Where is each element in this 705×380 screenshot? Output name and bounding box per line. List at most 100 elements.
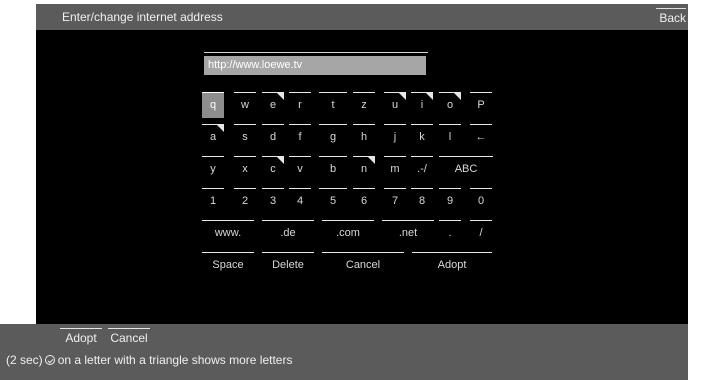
more-letters-triangle-icon: [277, 93, 284, 100]
hint-suffix: on a letter with a triangle shows more l…: [57, 353, 293, 367]
key-[interactable]: ←: [470, 124, 492, 150]
key-ABC[interactable]: ABC: [439, 156, 493, 182]
key-[interactable]: /: [470, 220, 492, 246]
more-letters-triangle-icon: [454, 93, 461, 100]
key-n[interactable]: n: [353, 156, 375, 182]
key-u[interactable]: u: [384, 92, 406, 118]
key-label: z: [361, 99, 367, 111]
key-label: j: [393, 131, 397, 143]
key-g[interactable]: g: [319, 124, 347, 150]
more-letters-triangle-icon: [368, 157, 375, 164]
key-label: 7: [391, 195, 399, 207]
key-de[interactable]: .de: [262, 220, 314, 246]
key-label: h: [360, 131, 368, 143]
key-label: .net: [398, 227, 418, 239]
key-r[interactable]: r: [289, 92, 311, 118]
key-label: g: [329, 131, 337, 143]
key-1[interactable]: 1: [202, 188, 224, 214]
key-label: ABC: [454, 163, 478, 175]
key-label: f: [298, 131, 302, 143]
key-9[interactable]: 9: [439, 188, 461, 214]
hint-text: (2 sec) on a letter with a triangle show…: [6, 352, 292, 368]
key-y[interactable]: y: [202, 156, 224, 182]
screen: Enter/change internet address Back http:…: [0, 0, 705, 380]
key-label: 2: [241, 195, 249, 207]
ok-circle-icon: [44, 355, 55, 365]
key-label: 5: [329, 195, 337, 207]
key-[interactable]: .-/: [411, 156, 433, 182]
key-l[interactable]: l: [439, 124, 461, 150]
more-letters-triangle-icon: [277, 157, 284, 164]
key-q[interactable]: q: [202, 92, 224, 118]
key-label: x: [242, 163, 248, 175]
key-b[interactable]: b: [319, 156, 347, 182]
key-label: b: [329, 163, 337, 175]
key-8[interactable]: 8: [411, 188, 433, 214]
key-[interactable]: .: [439, 220, 461, 246]
key-label: r: [298, 99, 302, 111]
key-label: w: [241, 99, 249, 111]
key-P[interactable]: P: [470, 92, 492, 118]
key-www[interactable]: www.: [202, 220, 254, 246]
key-v[interactable]: v: [289, 156, 311, 182]
key-label: 9: [446, 195, 454, 207]
key-label: Delete: [272, 259, 304, 271]
key-label: y: [210, 163, 216, 175]
key-com[interactable]: .com: [322, 220, 374, 246]
key-label: 0: [477, 195, 485, 207]
key-label: s: [242, 131, 248, 143]
key-label: 8: [418, 195, 426, 207]
key-3[interactable]: 3: [262, 188, 284, 214]
key-label: v: [297, 163, 303, 175]
key-7[interactable]: 7: [384, 188, 406, 214]
cancel-button[interactable]: Cancel: [108, 328, 150, 346]
key-e[interactable]: e: [262, 92, 284, 118]
key-label: www.: [214, 227, 242, 239]
hint-prefix: (2 sec): [6, 353, 43, 367]
key-o[interactable]: o: [439, 92, 461, 118]
key-label: l: [448, 131, 452, 143]
key-Space[interactable]: Space: [202, 252, 254, 278]
key-x[interactable]: x: [234, 156, 256, 182]
more-letters-triangle-icon: [426, 93, 433, 100]
key-label: Space: [212, 259, 244, 271]
key-i[interactable]: i: [411, 92, 433, 118]
key-label: .: [448, 227, 452, 239]
key-d[interactable]: d: [262, 124, 284, 150]
key-s[interactable]: s: [234, 124, 256, 150]
key-t[interactable]: t: [319, 92, 347, 118]
key-label: .-/: [417, 163, 427, 175]
key-z[interactable]: z: [353, 92, 375, 118]
key-Delete[interactable]: Delete: [262, 252, 314, 278]
key-f[interactable]: f: [289, 124, 311, 150]
key-a[interactable]: a: [202, 124, 224, 150]
key-6[interactable]: 6: [353, 188, 375, 214]
key-Adopt[interactable]: Adopt: [412, 252, 492, 278]
adopt-button[interactable]: Adopt: [60, 328, 102, 346]
key-2[interactable]: 2: [234, 188, 256, 214]
key-c[interactable]: c: [262, 156, 284, 182]
key-label: Adopt: [437, 259, 467, 271]
more-letters-triangle-icon: [399, 93, 406, 100]
key-label: t: [331, 99, 335, 111]
key-4[interactable]: 4: [289, 188, 311, 214]
key-label: q: [209, 99, 217, 111]
key-net[interactable]: .net: [382, 220, 434, 246]
key-Cancel[interactable]: Cancel: [322, 252, 404, 278]
key-k[interactable]: k: [411, 124, 433, 150]
key-w[interactable]: w: [234, 92, 256, 118]
key-label: Cancel: [345, 259, 381, 271]
onscreen-keyboard: q w e r t z u i o Pa s d f g h j k l ← y x c v b n m .-/ ABC 1 2 3 4 5 6 7…: [0, 0, 705, 380]
key-label: ←: [475, 131, 487, 143]
key-label: d: [269, 131, 277, 143]
key-label: .com: [336, 227, 360, 239]
key-j[interactable]: j: [384, 124, 406, 150]
right-edge: [688, 0, 705, 380]
key-5[interactable]: 5: [319, 188, 347, 214]
more-letters-triangle-icon: [217, 125, 224, 132]
key-0[interactable]: 0: [470, 188, 492, 214]
key-label: P: [477, 99, 485, 111]
key-label: 1: [209, 195, 217, 207]
key-m[interactable]: m: [384, 156, 406, 182]
key-h[interactable]: h: [353, 124, 375, 150]
